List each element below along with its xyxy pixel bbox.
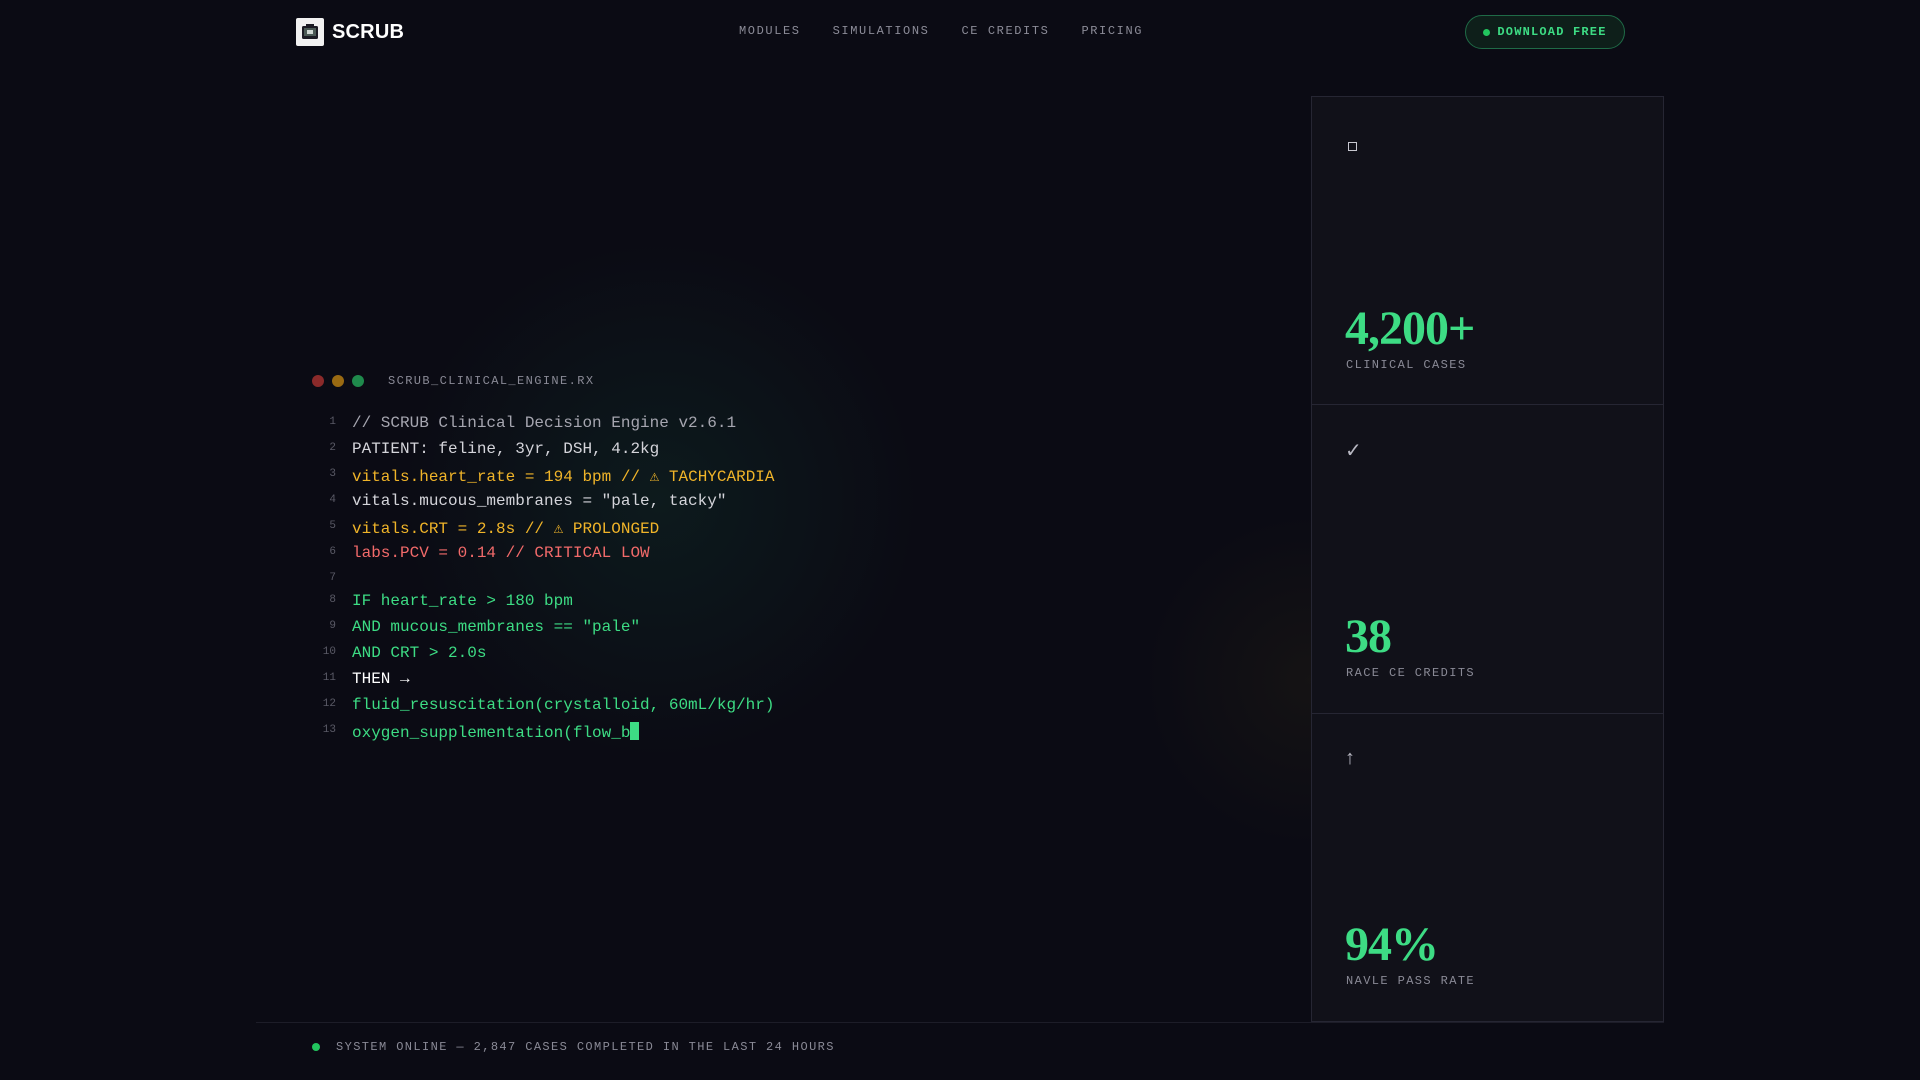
stat-label: RACE CE CREDITS	[1346, 666, 1476, 680]
line-number: 2	[329, 442, 336, 454]
square-icon	[1348, 142, 1357, 151]
code-text: // SCRUB Clinical Decision Engine v2.6.1	[352, 414, 737, 432]
arrow-up-icon: ↑	[1345, 747, 1355, 769]
code-text: vitals.mucous_membranes = "pale, tacky"	[352, 492, 727, 510]
code-text: THEN →	[352, 670, 410, 688]
stat-label: CLINICAL CASES	[1346, 358, 1467, 372]
code-panel-title: SCRUB_CLINICAL_ENGINE.RX	[388, 374, 595, 388]
line-number: 5	[329, 520, 336, 532]
footer-divider	[256, 1022, 1664, 1023]
code-panel-header: SCRUB_CLINICAL_ENGINE.RX	[312, 374, 594, 388]
code-text: vitals.heart_rate = 194 bpm // ⚠ TACHYCA…	[352, 468, 775, 486]
line-number: 6	[329, 546, 336, 558]
stat-card-ce-credits: ✓ 38 RACE CE CREDITS	[1312, 406, 1663, 714]
window-close-dot-icon	[312, 375, 324, 387]
top-nav: SCRUB MODULES SIMULATIONS CE CREDITS PRI…	[0, 0, 1920, 64]
stat-value: 4,200+	[1345, 302, 1475, 355]
code-text: PATIENT: feline, 3yr, DSH, 4.2kg	[352, 440, 660, 458]
code-text: AND CRT > 2.0s	[352, 644, 487, 662]
nav-link-pricing[interactable]: PRICING	[1081, 24, 1143, 38]
code-text: IF heart_rate > 180 bpm	[352, 592, 573, 610]
stat-label: NAVLE PASS RATE	[1346, 974, 1476, 988]
download-free-button[interactable]: DOWNLOAD FREE	[1465, 15, 1625, 49]
stat-card-clinical-cases: 4,200+ CLINICAL CASES	[1312, 97, 1663, 405]
logo[interactable]: SCRUB	[296, 18, 404, 46]
stats-panel: 4,200+ CLINICAL CASES ✓ 38 RACE CE CREDI…	[1311, 96, 1664, 1022]
text-cursor	[630, 722, 640, 740]
online-dot-icon	[312, 1043, 320, 1051]
code-text: AND mucous_membranes == "pale"	[352, 618, 641, 636]
line-number: 4	[329, 494, 336, 506]
code-text: fluid_resuscitation(crystalloid, 60mL/kg…	[352, 696, 775, 714]
system-status: SYSTEM ONLINE — 2,847 CASES COMPLETED IN…	[312, 1040, 835, 1054]
logo-text: SCRUB	[332, 20, 405, 43]
line-number: 7	[329, 572, 336, 584]
line-number: 9	[329, 620, 336, 632]
stat-value: 94%	[1345, 918, 1439, 971]
code-text: vitals.CRT = 2.8s // ⚠ PROLONGED	[352, 520, 660, 538]
stat-card-navle-pass-rate: ↑ 94% NAVLE PASS RATE	[1312, 715, 1663, 1023]
stat-value: 38	[1345, 610, 1392, 663]
status-dot-icon	[1483, 28, 1491, 36]
line-number: 3	[329, 468, 336, 480]
logo-icon	[296, 18, 324, 46]
nav-link-ce-credits[interactable]: CE CREDITS	[961, 24, 1049, 38]
nav-links: MODULES SIMULATIONS CE CREDITS PRICING	[739, 24, 1143, 38]
download-button-label: DOWNLOAD FREE	[1497, 25, 1607, 39]
line-number: 10	[322, 646, 336, 658]
window-minimize-dot-icon	[332, 375, 344, 387]
window-maximize-dot-icon	[352, 375, 364, 387]
line-number: 8	[329, 594, 336, 606]
line-number: 13	[322, 724, 336, 736]
check-icon: ✓	[1345, 440, 1362, 462]
line-number: 11	[322, 672, 336, 684]
nav-link-simulations[interactable]: SIMULATIONS	[833, 24, 930, 38]
code-text: oxygen_supplementation(flow_b	[352, 722, 640, 742]
status-text: SYSTEM ONLINE — 2,847 CASES COMPLETED IN…	[336, 1040, 835, 1054]
line-number: 12	[322, 698, 336, 710]
code-text: labs.PCV = 0.14 // CRITICAL LOW	[352, 544, 650, 562]
line-number: 1	[329, 416, 336, 428]
nav-link-modules[interactable]: MODULES	[739, 24, 801, 38]
